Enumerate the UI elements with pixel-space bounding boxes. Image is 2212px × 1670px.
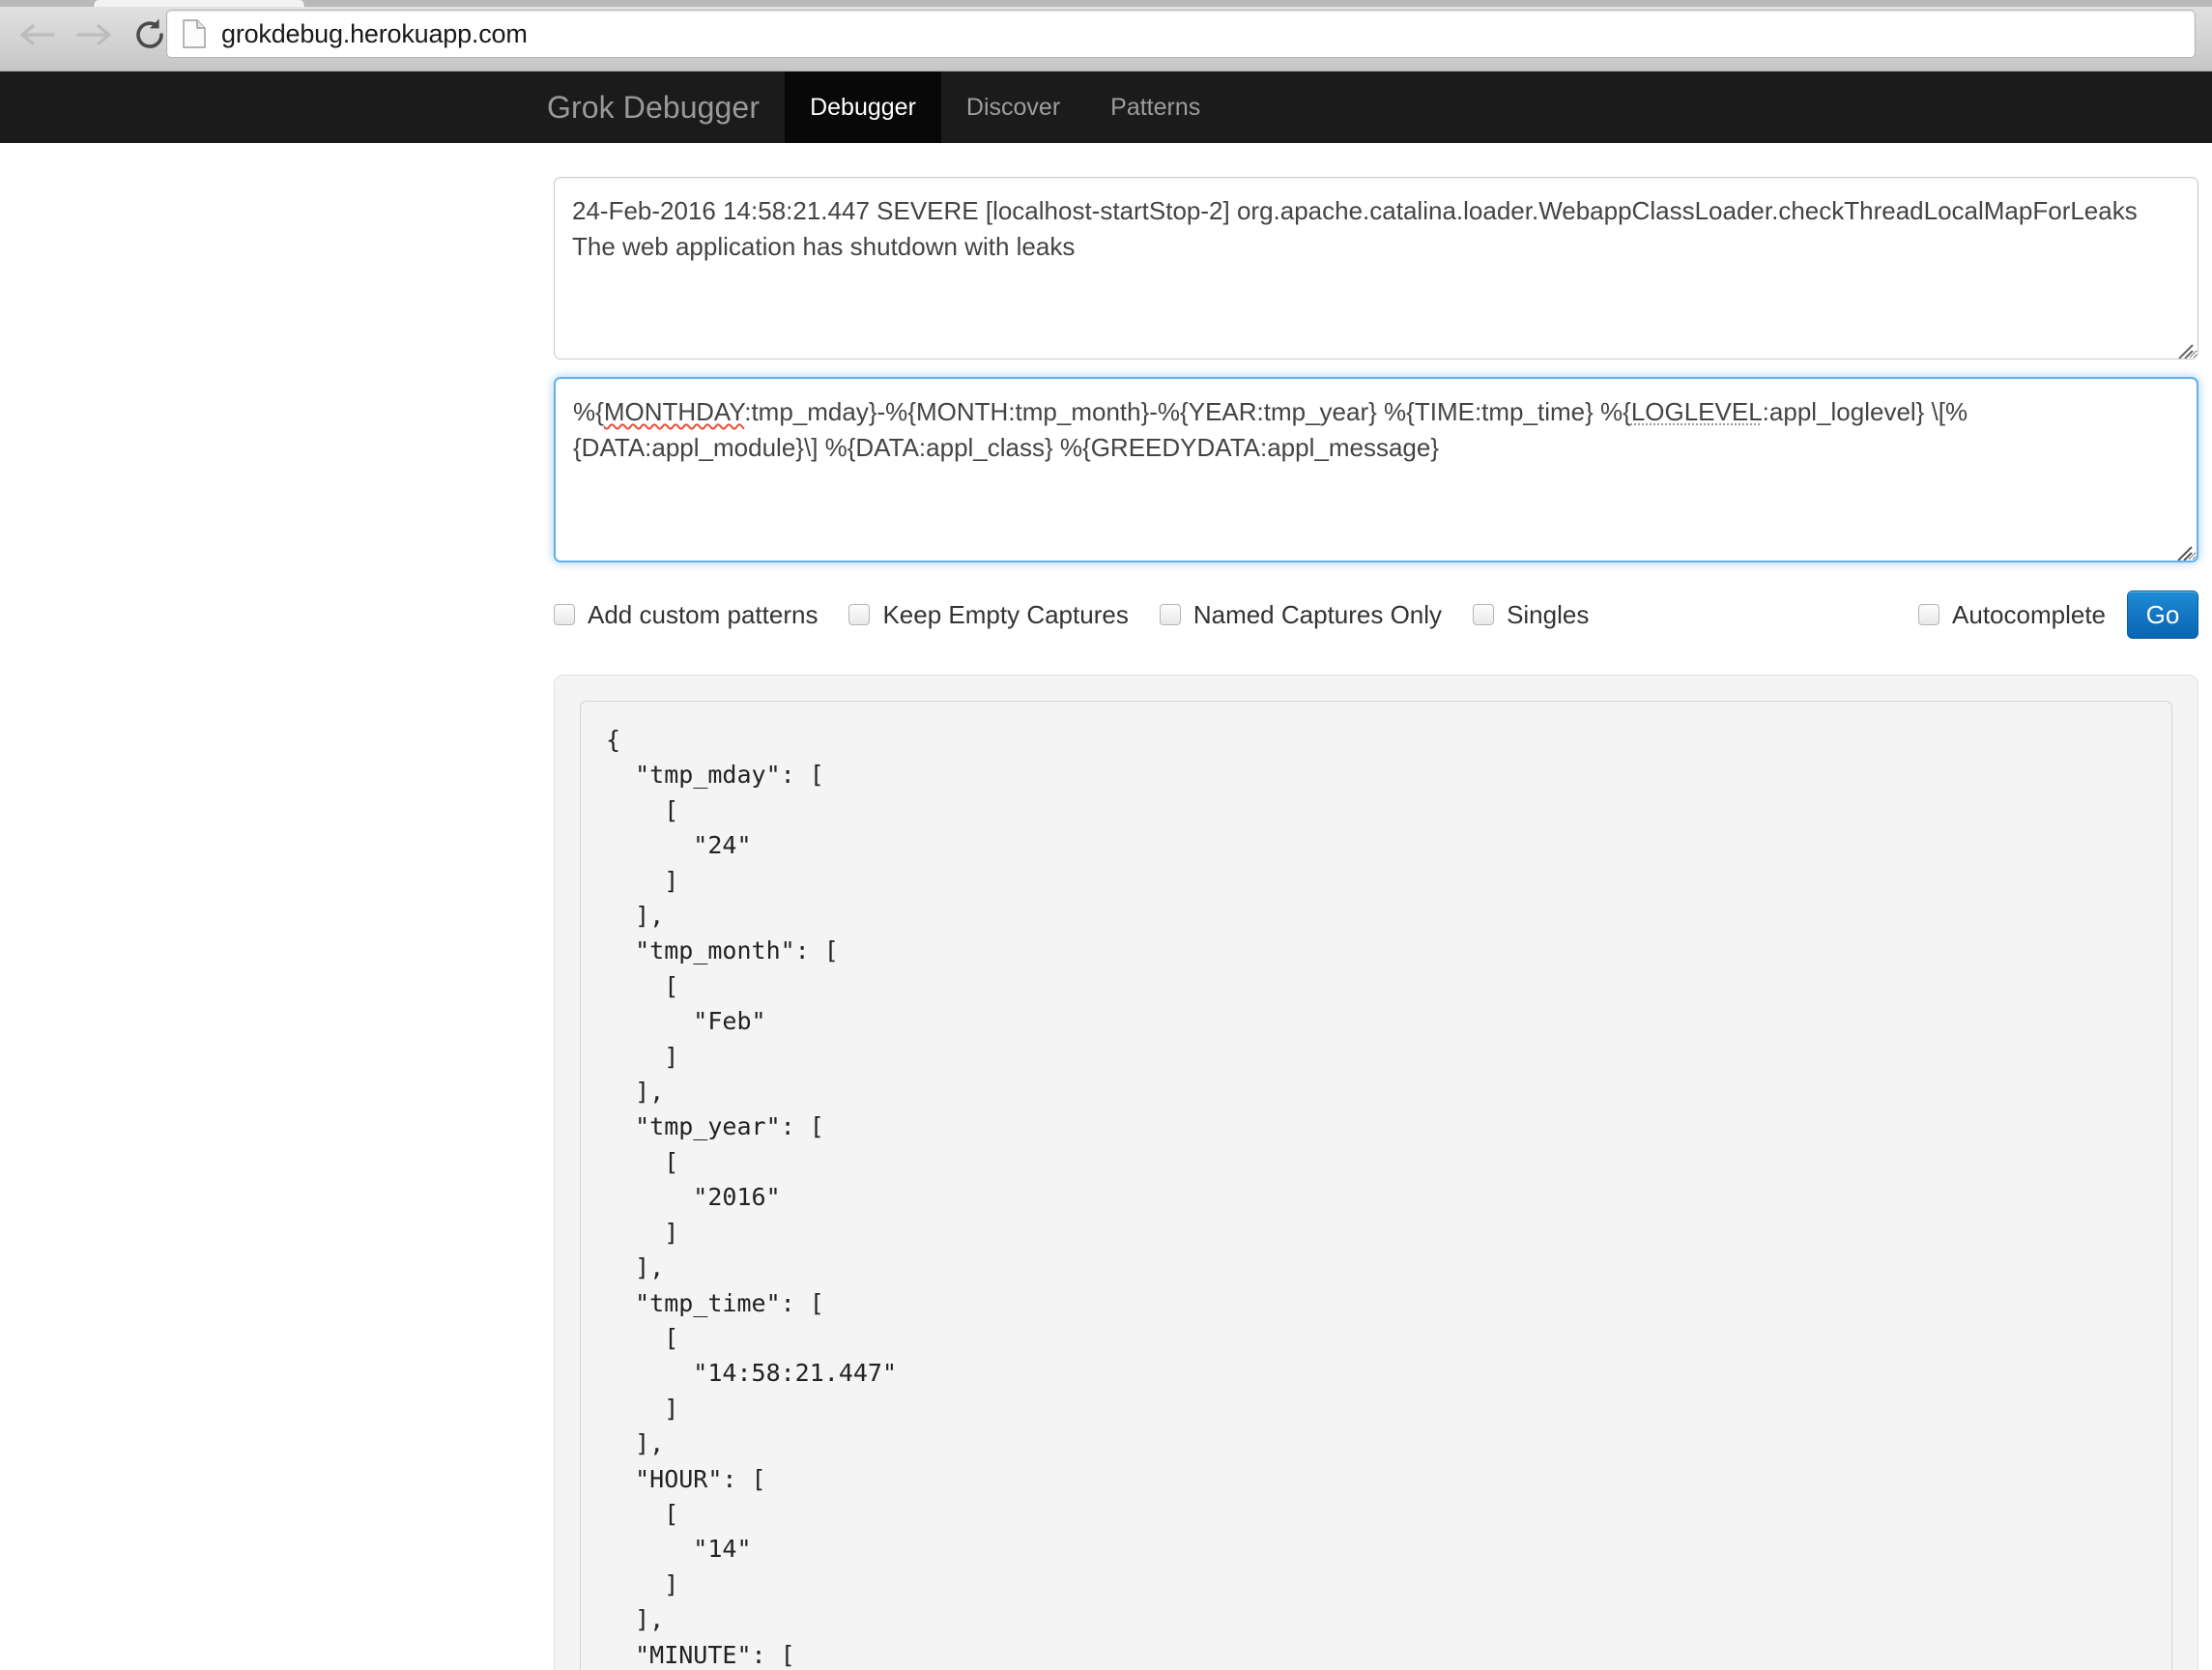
reload-icon[interactable]	[129, 14, 170, 55]
tab-discover[interactable]: Discover	[941, 72, 1085, 143]
content-column: 24-Feb-2016 14:58:21.447 SEVERE [localho…	[554, 143, 2198, 1670]
resize-grip[interactable]	[2172, 333, 2194, 355]
option-label: Add custom patterns	[588, 600, 818, 630]
browser-chrome: grokdebug.herokuapp.com	[0, 0, 2212, 72]
checkbox-singles[interactable]	[1473, 604, 1494, 625]
checkbox-keep-empty-captures[interactable]	[848, 604, 870, 625]
option-label: Keep Empty Captures	[882, 600, 1128, 630]
checkbox-autocomplete[interactable]	[1918, 604, 1939, 625]
tab-debugger[interactable]: Debugger	[785, 72, 941, 143]
page-icon	[183, 19, 206, 48]
checkbox-named-captures-only[interactable]	[1160, 604, 1181, 625]
browser-nav-controls	[17, 10, 170, 60]
pattern-prefix: %{	[573, 397, 604, 426]
browser-tab-active[interactable]	[93, 0, 305, 7]
option-label: Named Captures Only	[1193, 600, 1442, 630]
checkbox-add-custom-patterns[interactable]	[554, 604, 575, 625]
right-options-group: Autocomplete Go	[1918, 590, 2198, 640]
log-input-textarea[interactable]: 24-Feb-2016 14:58:21.447 SEVERE [localho…	[554, 177, 2198, 360]
pattern-token-loglevel: LOGLEVEL	[1631, 397, 1763, 426]
option-add-custom-patterns[interactable]: Add custom patterns	[554, 600, 818, 630]
page-body: 24-Feb-2016 14:58:21.447 SEVERE [localho…	[0, 143, 2212, 1670]
output-well: { "tmp_mday": [ [ "24" ] ], "tmp_month":…	[554, 675, 2198, 1670]
resize-grip[interactable]	[2171, 535, 2193, 557]
forward-icon[interactable]	[73, 14, 114, 55]
log-input-line2: web application has shutdown with leaks	[622, 232, 1075, 261]
option-named-captures-only[interactable]: Named Captures Only	[1160, 600, 1442, 630]
option-label: Autocomplete	[1952, 600, 2106, 630]
option-label: Singles	[1507, 600, 1589, 630]
brand-title[interactable]: Grok Debugger	[547, 72, 785, 143]
address-bar-text: grokdebug.herokuapp.com	[221, 19, 528, 49]
tab-patterns[interactable]: Patterns	[1085, 72, 1225, 143]
option-keep-empty-captures[interactable]: Keep Empty Captures	[848, 600, 1128, 630]
options-row: Add custom patterns Keep Empty Captures …	[554, 590, 2198, 640]
option-singles[interactable]: Singles	[1473, 600, 1589, 630]
grok-pattern-textarea[interactable]: %{MONTHDAY:tmp_mday}-%{MONTH:tmp_month}-…	[554, 377, 2198, 562]
app-navbar: Grok Debugger Debugger Discover Patterns	[0, 72, 2212, 143]
output-json: { "tmp_mday": [ [ "24" ] ], "tmp_month":…	[580, 701, 2172, 1670]
pattern-mid: :tmp_mday}-%{MONTH:tmp_month}-%{YEAR:tmp…	[744, 397, 1631, 426]
back-icon[interactable]	[17, 14, 58, 55]
option-autocomplete[interactable]: Autocomplete	[1918, 600, 2106, 630]
go-button[interactable]: Go	[2127, 590, 2198, 639]
pattern-token-monthday: MONTHDAY	[604, 397, 744, 426]
address-bar[interactable]: grokdebug.herokuapp.com	[166, 10, 2196, 58]
tab-strip	[0, 0, 2212, 7]
